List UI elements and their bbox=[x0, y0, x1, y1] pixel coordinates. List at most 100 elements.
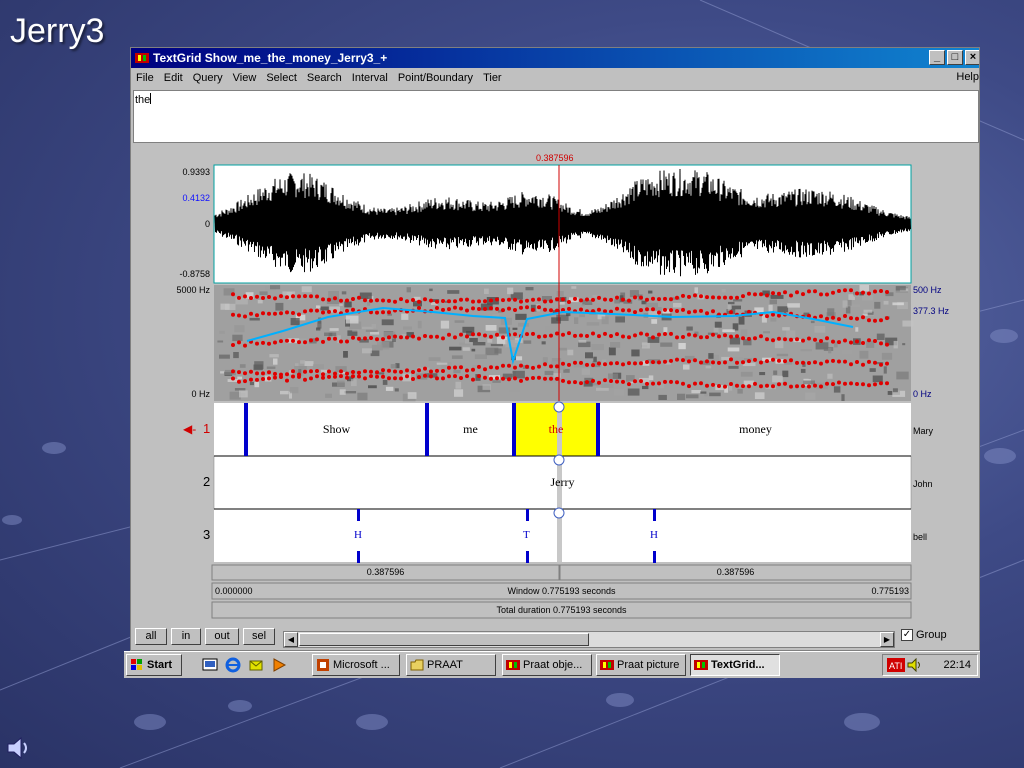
zoom-selection-button[interactable]: sel bbox=[243, 628, 275, 645]
cursor-handle-1[interactable] bbox=[553, 401, 565, 413]
pitch-value-label: 377.3 Hz bbox=[913, 306, 950, 316]
cursor-handle-2[interactable] bbox=[553, 454, 565, 466]
menu-select[interactable]: Select bbox=[261, 72, 302, 84]
all-button[interactable]: all bbox=[135, 628, 167, 645]
start-button[interactable]: Start bbox=[126, 654, 182, 676]
close-button[interactable]: × bbox=[965, 50, 979, 65]
horizontal-scrollbar[interactable]: ◀ ▶ bbox=[283, 631, 895, 648]
taskbar-item-microsoft-label: Microsoft ... bbox=[333, 659, 390, 671]
menu-edit[interactable]: Edit bbox=[159, 72, 188, 84]
pitch-top-label: 500 Hz bbox=[913, 285, 942, 295]
group-checkbox-wrap[interactable]: ✓ Group bbox=[901, 629, 947, 641]
waveform-cursor-value-label: 0.4132 bbox=[182, 193, 210, 203]
praat-app-icon bbox=[135, 53, 149, 63]
system-tray: ATI 22:14 bbox=[882, 654, 978, 676]
group-checkbox[interactable]: ✓ bbox=[901, 629, 913, 641]
ati-icon[interactable]: ATI bbox=[887, 658, 905, 672]
taskbar: Start Microsoft ... PRAAT Praat obje... … bbox=[124, 651, 980, 678]
waveform-min-label: -0.8758 bbox=[179, 269, 210, 279]
cursor-time-label: 0.387596 bbox=[536, 153, 574, 163]
menu-view[interactable]: View bbox=[228, 72, 262, 84]
point-t-bottom bbox=[526, 551, 529, 563]
interval-money[interactable]: money bbox=[600, 422, 911, 437]
minimize-button[interactable]: _ bbox=[929, 50, 945, 65]
point-h2-top bbox=[653, 509, 656, 521]
zoom-out-button[interactable]: out bbox=[205, 628, 239, 645]
tier-1-number[interactable]: 1 bbox=[203, 421, 210, 436]
total-duration-text: Total duration 0.775193 seconds bbox=[496, 605, 627, 615]
taskbar-item-praat-objects[interactable]: Praat obje... bbox=[502, 654, 592, 676]
textgrid-icon bbox=[694, 660, 708, 670]
taskbar-item-praat-objects-label: Praat obje... bbox=[523, 659, 583, 671]
tier-3-number[interactable]: 3 bbox=[203, 527, 210, 542]
scroll-right-icon[interactable]: ▶ bbox=[880, 632, 894, 647]
window-title: TextGrid Show_me_the_money_Jerry3_+ bbox=[153, 51, 388, 65]
start-label: Start bbox=[147, 659, 173, 671]
scrollbar-thumb[interactable] bbox=[299, 633, 589, 646]
taskbar-item-praat-folder[interactable]: PRAAT bbox=[406, 654, 496, 676]
taskbar-item-praat-folder-label: PRAAT bbox=[427, 659, 463, 671]
scroll-left-icon[interactable]: ◀ bbox=[284, 632, 298, 647]
window-duration-text: Window 0.775193 seconds bbox=[507, 586, 616, 596]
editor-canvas[interactable] bbox=[133, 145, 979, 623]
editor-bottom-bar: all in out sel ◀ ▶ ✓ Group bbox=[131, 626, 979, 650]
outlook-icon[interactable] bbox=[248, 657, 264, 673]
freq-bottom-label: 0 Hz bbox=[191, 389, 210, 399]
zoom-in-button[interactable]: in bbox=[171, 628, 201, 645]
point-h1[interactable]: H bbox=[354, 529, 362, 541]
menu-point-boundary[interactable]: Point/Boundary bbox=[393, 72, 478, 84]
point-h2-bottom bbox=[653, 551, 656, 563]
maximize-button[interactable]: □ bbox=[947, 50, 963, 65]
interval-show[interactable]: Show bbox=[248, 422, 425, 437]
tier-2-name: John bbox=[913, 479, 933, 489]
tier-1-name: Mary bbox=[913, 426, 933, 436]
point-h1-bottom bbox=[357, 551, 360, 563]
menu-interval[interactable]: Interval bbox=[347, 72, 393, 84]
menu-help[interactable]: Help bbox=[956, 71, 979, 83]
svg-text:ATI: ATI bbox=[889, 661, 902, 671]
interval-the[interactable]: the bbox=[516, 422, 596, 437]
menu-search[interactable]: Search bbox=[302, 72, 347, 84]
point-t-top bbox=[526, 509, 529, 521]
textgrid-editor[interactable]: 0.387596 0.9393 0.4132 0 -0.8758 5000 Hz… bbox=[133, 145, 979, 623]
left-duration-text: 0.387596 bbox=[366, 567, 405, 577]
waveform-max-label: 0.9393 bbox=[182, 167, 210, 177]
powerpoint-icon bbox=[317, 659, 329, 671]
group-label: Group bbox=[916, 629, 947, 641]
speaker-icon[interactable] bbox=[4, 734, 32, 762]
tier-3-name: bell bbox=[913, 532, 928, 542]
praat-icon bbox=[506, 660, 520, 670]
internet-explorer-icon[interactable] bbox=[225, 657, 241, 673]
taskbar-item-textgrid[interactable]: TextGrid... bbox=[690, 654, 780, 676]
tier-2-number[interactable]: 2 bbox=[203, 474, 210, 489]
windows-flag-icon bbox=[131, 659, 142, 670]
taskbar-item-textgrid-label: TextGrid... bbox=[711, 659, 765, 671]
window-titlebar[interactable]: TextGrid Show_me_the_money_Jerry3_+ _ □ … bbox=[131, 48, 979, 68]
interval-text-field[interactable]: the bbox=[133, 90, 979, 143]
menu-query[interactable]: Query bbox=[188, 72, 228, 84]
media-player-icon[interactable] bbox=[271, 657, 287, 673]
textgrid-window: TextGrid Show_me_the_money_Jerry3_+ _ □ … bbox=[130, 47, 980, 651]
show-desktop-icon[interactable] bbox=[202, 657, 218, 673]
pitch-bottom-label: 0 Hz bbox=[913, 389, 932, 399]
interval-jerry[interactable]: Jerry bbox=[214, 475, 911, 490]
cursor-handle-3[interactable] bbox=[553, 507, 565, 519]
waveform-zero-label: 0 bbox=[204, 219, 210, 229]
taskbar-item-microsoft[interactable]: Microsoft ... bbox=[312, 654, 400, 676]
menu-file[interactable]: File bbox=[131, 72, 159, 84]
point-t[interactable]: T bbox=[523, 529, 530, 541]
menu-bar: File Edit Query View Select Search Inter… bbox=[131, 68, 979, 88]
point-h2[interactable]: H bbox=[650, 529, 658, 541]
menu-tier[interactable]: Tier bbox=[478, 72, 507, 84]
tier-1-selected-arrow-icon: ◀- bbox=[183, 422, 197, 436]
taskbar-item-praat-picture-label: Praat picture bbox=[617, 659, 680, 671]
taskbar-item-praat-picture[interactable]: Praat picture bbox=[596, 654, 686, 676]
point-h1-top bbox=[357, 509, 360, 521]
interval-me[interactable]: me bbox=[429, 422, 512, 437]
interval-text-value: the bbox=[135, 94, 151, 106]
text-caret bbox=[150, 93, 152, 104]
right-duration-text: 0.387596 bbox=[716, 567, 755, 577]
volume-icon[interactable] bbox=[907, 658, 923, 672]
slide-title: Jerry3 bbox=[10, 12, 105, 50]
window-end-text: 0.775193 bbox=[871, 586, 909, 596]
